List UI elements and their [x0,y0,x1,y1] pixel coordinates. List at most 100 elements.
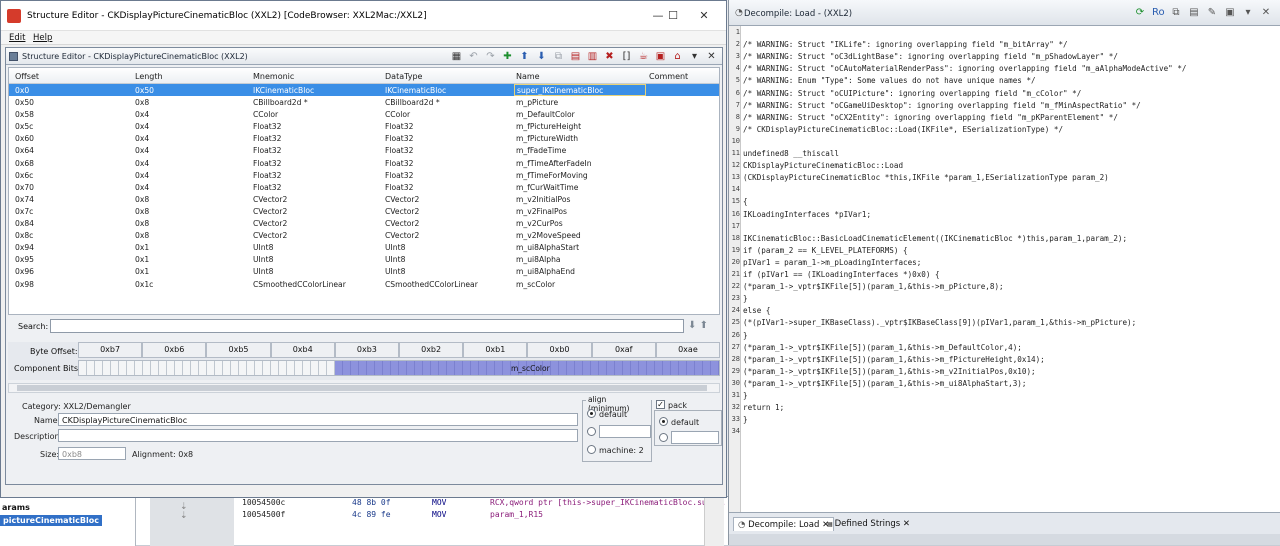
align-machine-label: machine: 2 [599,446,644,455]
scroll-thumb[interactable] [17,385,707,391]
line-number: 32 [731,403,740,412]
pack-custom-radio[interactable] [659,433,668,442]
align-custom-radio[interactable] [587,427,596,436]
move-down-icon[interactable]: ⬇ [535,50,548,63]
pack-custom-field[interactable] [671,431,719,444]
code-text: pIVar1 = param_1->m_pLoadingInterfaces; [743,257,922,267]
component-bits-fill: m_scColor [335,361,719,375]
align-custom-field[interactable] [599,425,651,438]
col-mnemonic[interactable]: Mnemonic [253,72,294,81]
table-row[interactable]: 0x7c 0x8 CVector2 CVector2 m_v2FinalPos [9,205,719,217]
tab-close-icon[interactable]: ✕ [903,519,910,529]
insert-undefined-icon[interactable]: ✚ [501,50,514,63]
move-up-icon[interactable]: ⬆ [518,50,531,63]
menu-help[interactable]: Help [33,33,52,43]
listing-scrollbar[interactable] [704,497,724,546]
window-title: Structure Editor - CKDisplayPictureCinem… [27,11,427,21]
table-row[interactable]: 0x60 0x4 Float32 Float32 m_fPictureWidth [9,132,719,144]
table-row[interactable]: 0x84 0x8 CVector2 CVector2 m_v2CurPos [9,217,719,229]
window-titlebar[interactable]: Structure Editor - CKDisplayPictureCinem… [1,1,726,31]
byte-offset-cell: 0xb1 [463,342,528,358]
cell-offset: 0x50 [15,98,34,108]
clear-icon[interactable]: ▤ [569,50,582,63]
table-row[interactable]: 0x95 0x1 UInt8 UInt8 m_ui8Alpha [9,253,719,265]
read-only-icon[interactable]: Ro [1152,7,1165,18]
pointer-icon[interactable]: ☕ [637,50,650,63]
cell-length: 0x8 [135,194,150,204]
decompiled-code[interactable]: 1 2/* WARNING: Struct "IKLife": ignoring … [729,26,1280,512]
show-component-path-icon[interactable]: ⌂ [671,50,684,63]
listing-instruction[interactable]: 10054500f 4c 89 fe MOV param_1,R15 [242,510,543,519]
code-text: /* WARNING: Struct "oCX2Entity": ignorin… [743,112,1118,122]
components-table[interactable]: Offset Length Mnemonic DataType Name Com… [8,67,720,315]
byte-offset-label: Byte Offset: [30,347,78,356]
create-structure-icon[interactable]: ▣ [654,50,667,63]
cell-mnemonic: UInt8 [253,267,274,277]
apply-icon[interactable]: ▦ [450,50,463,63]
col-offset[interactable]: Offset [15,72,39,81]
edit-icon[interactable]: ✎ [1206,7,1218,18]
array-icon[interactable]: [] [620,50,633,63]
table-row[interactable]: 0x68 0x4 Float32 Float32 m_fTimeAfterFadeIn [9,157,719,169]
redo-icon[interactable]: ↷ [484,50,497,63]
menu-edit[interactable]: Edit [9,33,25,43]
col-length[interactable]: Length [135,72,163,81]
pack-checkbox[interactable]: ✓ [656,400,665,409]
panel-menu-icon[interactable]: ▾ [688,50,701,63]
cell-name: m_fFadeTime [516,146,567,156]
description-field[interactable] [58,429,578,442]
refresh-icon[interactable]: ⟳ [1134,7,1146,18]
code-text: (*param_1->_vptr$IKFile[5])(param_1,&thi… [743,354,1045,364]
name-field[interactable]: CKDisplayPictureCinematicBloc [58,413,578,426]
table-row[interactable]: 0x74 0x8 CVector2 CVector2 m_v2InitialPos [9,193,719,205]
options-menu-icon[interactable]: ▾ [1242,7,1254,18]
line-number: 26 [731,330,740,339]
size-field[interactable]: 0xb8 [58,447,126,460]
align-machine-radio[interactable] [587,445,596,454]
cell-datatype: IKCinematicBloc [385,86,447,95]
undo-icon[interactable]: ↶ [467,50,480,63]
export-icon[interactable]: ▣ [1224,7,1236,18]
table-row[interactable]: 0x58 0x4 CColor CColor m_DefaultColor [9,108,719,120]
table-row[interactable]: 0x50 0x8 CBillboard2d * CBillboard2d * m_pPi… [9,96,719,108]
listing-instruction[interactable]: 10054500c 48 8b 0f MOV RCX,qword ptr [this-… [242,498,726,507]
close-button[interactable]: ✕ [681,1,727,31]
col-comment[interactable]: Comment [649,72,688,81]
align-default-radio[interactable] [587,409,596,418]
delete-icon[interactable]: ▥ [586,50,599,63]
table-row[interactable]: 0x6c 0x4 Float32 Float32 m_fTimeForMoving [9,169,719,181]
tab-defined-strings[interactable]: ▦ Defined Strings ✕ [823,517,914,531]
panel-close-icon[interactable]: ✕ [705,50,718,63]
symbol-tree-selected[interactable]: pictureCinematicBloc [0,515,102,526]
search-input[interactable] [50,319,684,333]
table-row[interactable]: 0x0 0x50 IKCinematicBloc IKCinematicBloc sup… [9,84,719,97]
unpackage-icon[interactable]: ✖ [603,50,616,63]
bitfield-scrollbar[interactable] [8,383,720,393]
table-row[interactable]: 0x64 0x4 Float32 Float32 m_fFadeTime [9,144,719,156]
cell-name: m_fCurWaitTime [516,182,579,192]
line-number: 23 [731,294,740,303]
col-datatype[interactable]: DataType [385,72,422,81]
code-text: IKCinematicBloc::BasicLoadCinematicEleme… [743,233,1128,243]
cell-length: 0x1 [135,267,150,277]
cell-name: m_fTimeAfterFadeIn [516,158,592,168]
decompile-close-icon[interactable]: ✕ [1260,7,1272,18]
snapshot-icon[interactable]: ▤ [1188,7,1200,18]
table-row[interactable]: 0x70 0x4 Float32 Float32 m_fCurWaitTime [9,181,719,193]
tab-decompile-load[interactable]: ◔ Decompile: Load ✕ [733,517,835,531]
search-prev-icon[interactable]: ⬆ [700,320,708,331]
copy-icon[interactable]: ⧉ [1170,7,1182,18]
table-row[interactable]: 0x94 0x1 UInt8 UInt8 m_ui8AlphaStart [9,241,719,253]
table-row[interactable]: 0x98 0x1c CSmoothedCColorLinear CSmoothedCC… [9,278,719,290]
cell-name: m_fTimeForMoving [516,170,588,180]
component-bits-strip[interactable]: m_scColor [78,360,720,376]
duplicate-icon[interactable]: ⧉ [552,50,565,63]
col-name[interactable]: Name [516,72,540,81]
table-row[interactable]: 0x96 0x1 UInt8 UInt8 m_ui8AlphaEnd [9,265,719,277]
table-row[interactable]: 0x5c 0x4 Float32 Float32 m_fPictureHeight [9,120,719,132]
cell-offset: 0x94 [15,243,34,253]
instruction-op: RCX,qword ptr [this->super_IKCinematicBl… [490,498,727,507]
table-row[interactable]: 0x8c 0x8 CVector2 CVector2 m_v2MoveSpeed [9,229,719,241]
pack-default-radio[interactable] [659,417,668,426]
search-next-icon[interactable]: ⬇ [688,320,696,331]
